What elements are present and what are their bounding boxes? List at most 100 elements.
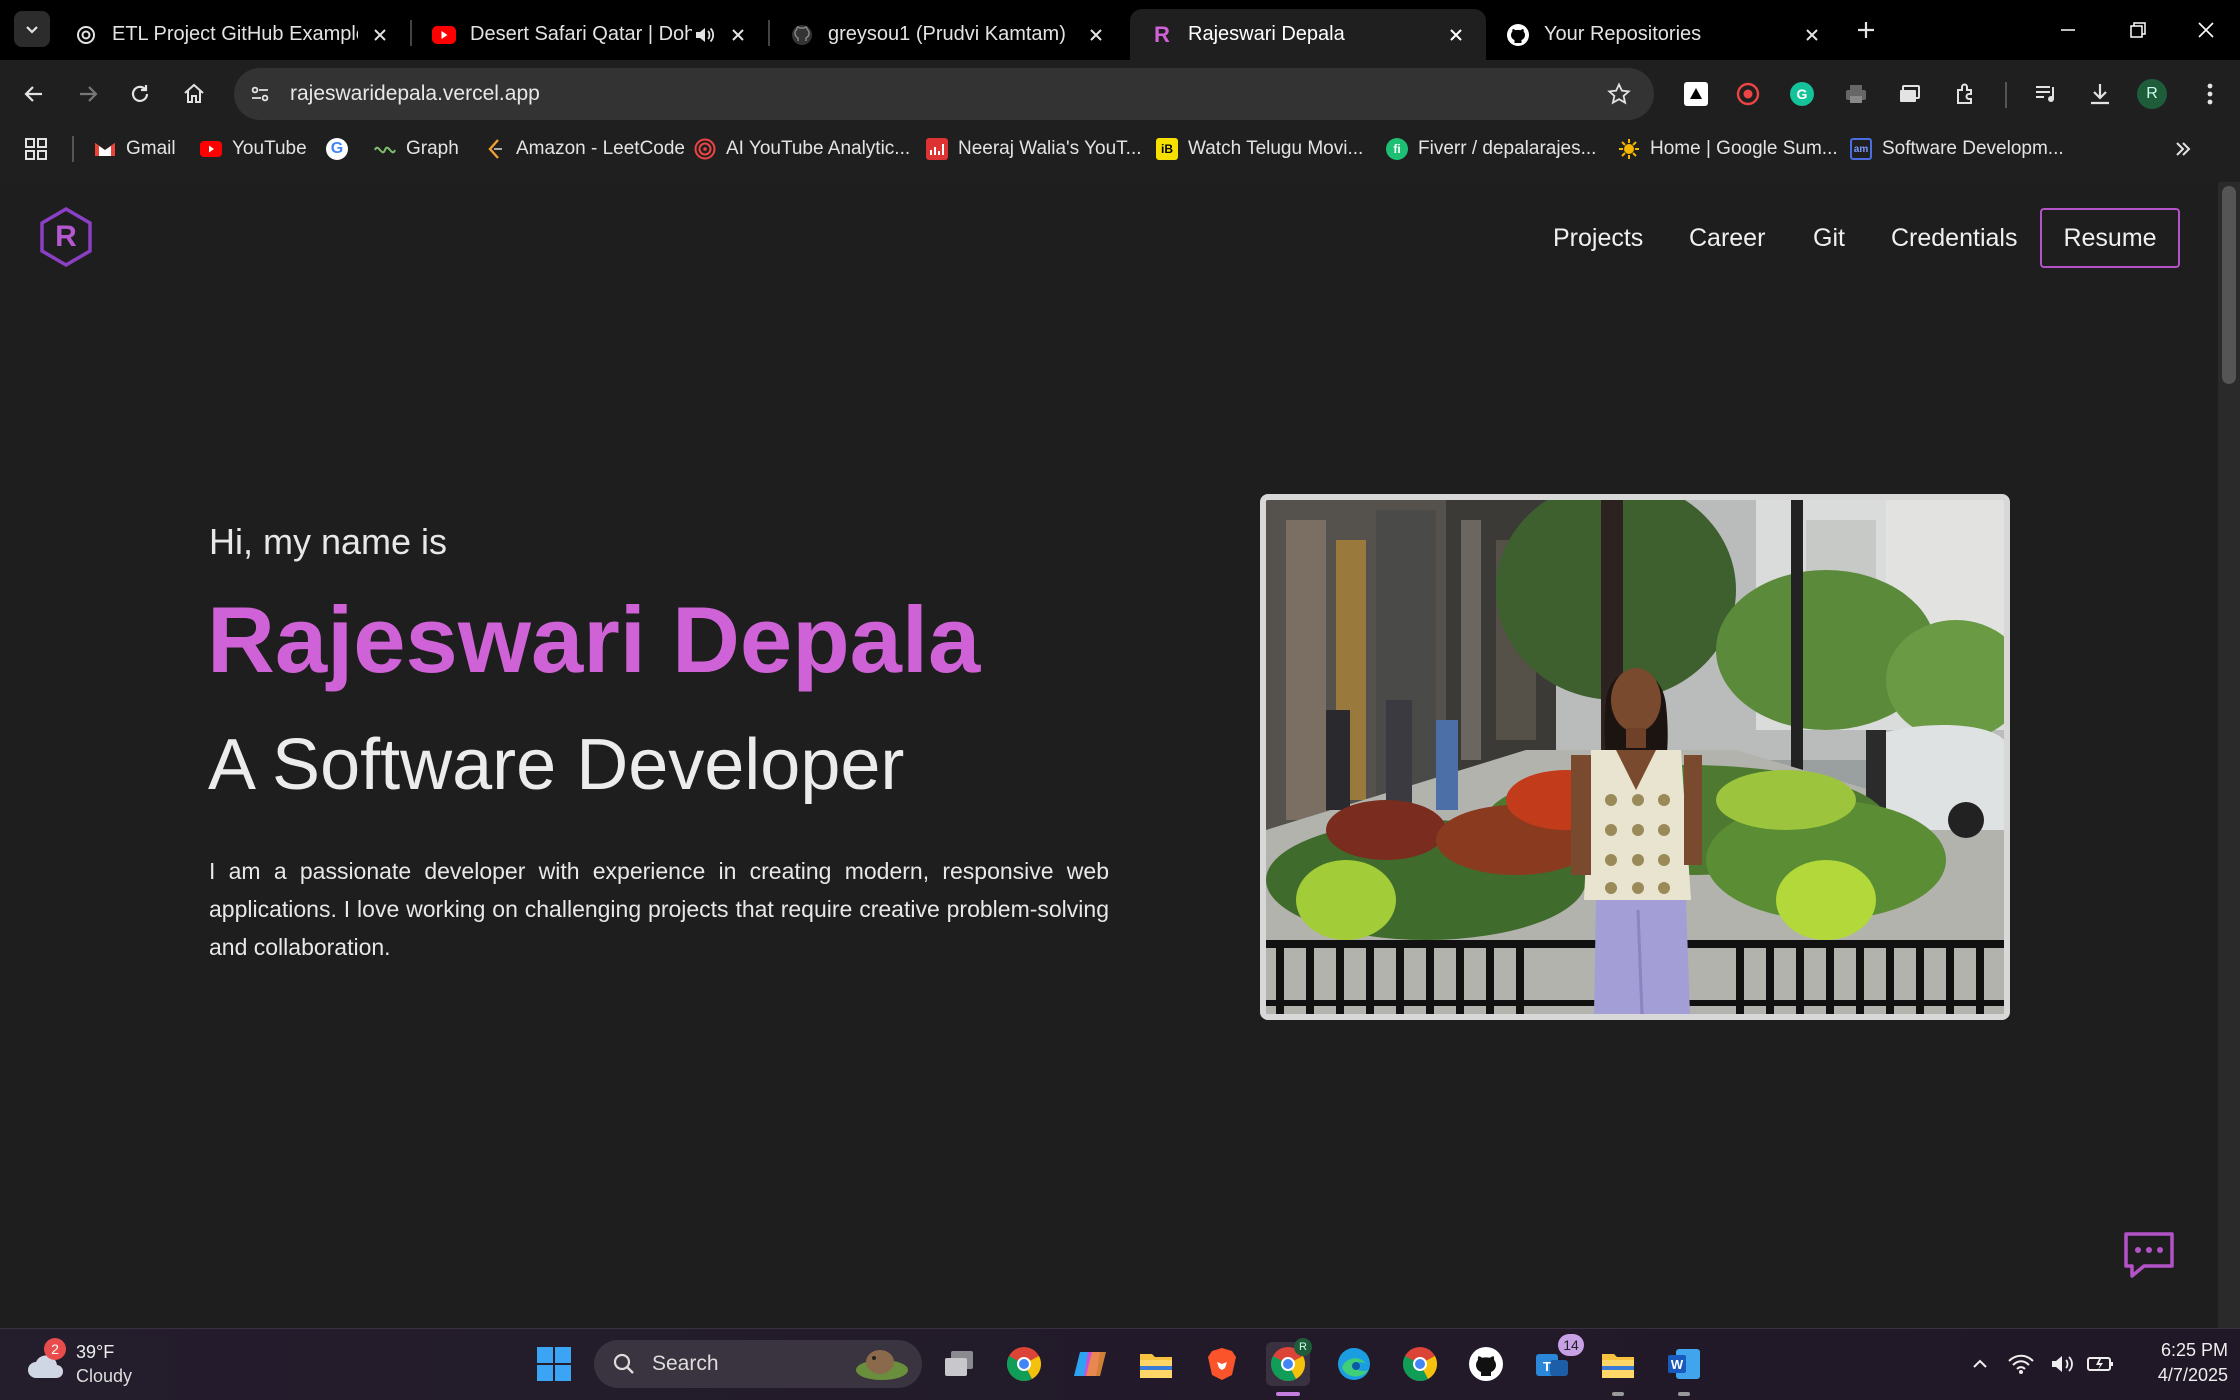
minimize-button[interactable] [2048, 10, 2088, 50]
task-view-button[interactable] [937, 1342, 981, 1386]
extension-print-icon[interactable] [1836, 74, 1876, 114]
taskbar-teams[interactable]: T 14 [1530, 1334, 1584, 1386]
tab-greysou1[interactable]: greysou1 (Prudvi Kamtam) [770, 9, 1126, 60]
chevron-down-icon [26, 26, 38, 34]
new-tab-button[interactable] [1850, 14, 1882, 46]
media-controls-icon[interactable] [2026, 74, 2066, 114]
running-app-indicator [1678, 1392, 1690, 1396]
clock[interactable]: 6:25 PM 4/7/2025 [2130, 1338, 2228, 1392]
home-button[interactable] [174, 74, 214, 114]
bookmark-fiverr[interactable]: fi Fiverr / depalarajes... [1386, 134, 1596, 164]
bookmark-watch-telugu[interactable]: iB Watch Telugu Movi... [1156, 134, 1363, 164]
speaker-icon[interactable] [692, 23, 716, 47]
nav-git[interactable]: Git [1813, 224, 1845, 253]
close-icon[interactable] [1084, 23, 1108, 47]
taskbar-file-explorer-2[interactable] [1596, 1342, 1640, 1386]
weather-widget[interactable]: 2 39°F Cloudy [22, 1336, 152, 1392]
profile-avatar[interactable]: R [2132, 74, 2172, 114]
nav-projects[interactable]: Projects [1553, 224, 1643, 253]
bookmark-graph[interactable]: Graph [374, 134, 459, 164]
bookmark-youtube[interactable]: YouTube [200, 134, 307, 164]
dev-icon: am [1850, 138, 1872, 160]
close-icon[interactable] [1444, 23, 1468, 47]
taskbar-chrome-1[interactable] [1002, 1342, 1046, 1386]
bookmark-separator [72, 136, 74, 162]
more-bookmarks-button[interactable] [2174, 134, 2192, 164]
taskbar-word[interactable]: W [1662, 1342, 1706, 1386]
extensions-puzzle-icon[interactable] [1946, 74, 1986, 114]
reload-button[interactable] [120, 74, 160, 114]
tab-title: ETL Project GitHub Example [112, 23, 358, 45]
bookmark-label: AI YouTube Analytic... [726, 138, 911, 159]
bookmark-leetcode[interactable]: Amazon - LeetCode [484, 134, 685, 164]
brave-icon [1208, 1348, 1236, 1380]
taskbar-chrome-2[interactable] [1398, 1342, 1442, 1386]
fiverr-icon: fi [1386, 138, 1408, 160]
battery-icon[interactable] [2086, 1342, 2116, 1386]
double-chevron-right-icon [2176, 142, 2191, 156]
bookmark-google-summit[interactable]: Home | Google Sum... [1618, 134, 1838, 164]
taskbar-edge[interactable] [1332, 1342, 1376, 1386]
nav-career[interactable]: Career [1689, 224, 1765, 253]
extension-window-icon[interactable] [1890, 74, 1930, 114]
chat-button[interactable] [2122, 1230, 2176, 1280]
weather-badge: 2 [44, 1338, 66, 1360]
tab-your-repositories[interactable]: Your Repositories [1486, 9, 1842, 60]
close-icon[interactable] [1800, 23, 1824, 47]
forward-button[interactable] [68, 74, 108, 114]
tab-desert-safari[interactable]: Desert Safari Qatar | Doha C [412, 9, 768, 60]
taskbar-search[interactable]: Search [594, 1340, 922, 1388]
bookmark-software-development[interactable]: am Software Developm... [1850, 134, 2064, 164]
taskbar-chrome-active[interactable]: R [1266, 1338, 1312, 1386]
back-button[interactable] [14, 74, 54, 114]
weather-desc: Cloudy [76, 1366, 133, 1386]
address-bar[interactable]: rajeswaridepala.vercel.app [234, 68, 1654, 120]
taskbar-file-explorer[interactable] [1134, 1342, 1178, 1386]
bookmark-label: Software Developm... [1882, 138, 2064, 159]
teams-badge: 14 [1558, 1334, 1584, 1356]
site-info-icon[interactable] [248, 82, 272, 106]
tab-etl-project[interactable]: ETL Project GitHub Example [54, 9, 410, 60]
youtube-icon [200, 138, 222, 160]
analytics-icon [694, 138, 716, 160]
svg-text:W: W [1671, 1357, 1684, 1372]
extension-arc-icon[interactable] [1676, 74, 1716, 114]
browser-menu-button[interactable] [2190, 74, 2230, 114]
download-icon[interactable] [2080, 74, 2120, 114]
volume-icon[interactable] [2048, 1342, 2078, 1386]
show-hidden-icons-button[interactable] [1958, 1342, 2002, 1386]
folder-icon [1602, 1354, 1634, 1378]
restore-icon [2130, 22, 2146, 38]
youtube-icon [432, 23, 456, 47]
taskbar-copilot[interactable] [1068, 1342, 1112, 1386]
resume-button[interactable]: Resume [2040, 208, 2180, 268]
close-window-button[interactable] [2186, 10, 2226, 50]
clock-time: 6:25 PM [2160, 1340, 2228, 1360]
start-button[interactable] [532, 1342, 576, 1386]
bookmark-ai-youtube-analytics[interactable]: AI YouTube Analytic... [694, 134, 910, 164]
wifi-icon[interactable] [2006, 1342, 2036, 1386]
tab-search-button[interactable] [14, 11, 50, 47]
star-icon[interactable] [1606, 81, 1632, 107]
bookmark-label: Graph [406, 138, 459, 159]
bookmark-neeraj-walia[interactable]: Neeraj Walia's YouT... [926, 134, 1142, 164]
nav-credentials[interactable]: Credentials [1891, 224, 2017, 253]
close-icon[interactable] [368, 23, 392, 47]
tab-title: Rajeswari Depala [1188, 23, 1345, 45]
tab-rajeswari-depala[interactable]: R Rajeswari Depala [1130, 9, 1486, 60]
graph-icon [374, 138, 396, 160]
taskbar-github-desktop[interactable] [1464, 1342, 1508, 1386]
bookmark-google[interactable]: G [326, 134, 358, 164]
extension-grammarly-icon[interactable]: G [1782, 74, 1822, 114]
bookmark-label: Home | Google Sum... [1650, 138, 1838, 159]
apps-button[interactable] [24, 134, 48, 164]
extension-record-icon[interactable] [1728, 74, 1768, 114]
taskbar-brave[interactable] [1200, 1342, 1244, 1386]
bookmark-gmail[interactable]: Gmail [94, 134, 176, 164]
search-icon [613, 1353, 634, 1374]
site-logo[interactable]: R [38, 206, 94, 268]
github-icon [1506, 23, 1530, 47]
close-icon[interactable] [726, 23, 750, 47]
scrollbar-thumb[interactable] [2222, 186, 2236, 384]
restore-button[interactable] [2118, 10, 2158, 50]
